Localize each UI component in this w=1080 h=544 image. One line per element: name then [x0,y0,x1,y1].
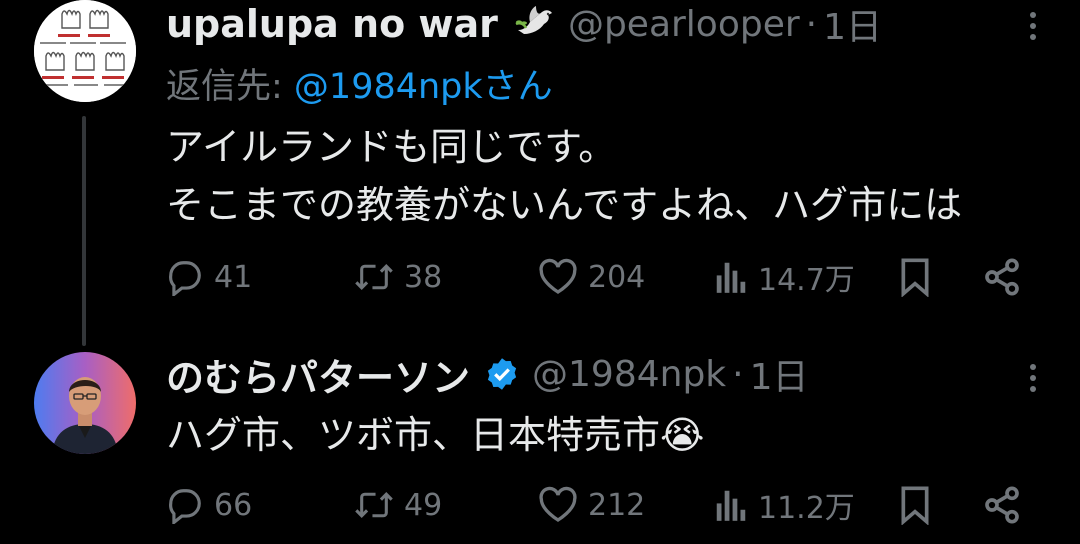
author-name[interactable]: のむらパターソン [166,347,470,402]
timestamp[interactable]: 1日 [823,0,882,50]
bookmark-button[interactable] [898,252,932,302]
bookmark-icon [901,486,929,525]
reply-count: 41 [214,259,253,295]
tweet-text: ハグ市、ツボ市、日本特売市😭 [166,406,704,464]
tweet[interactable]: のむらパターソン @1984npk · 1日 ハグ市、ツボ市、日本特売市😭 66… [0,330,1080,544]
share-button[interactable] [982,480,1022,530]
action-bar: 41 38 204 14.7万 [166,252,1036,302]
action-bar: 66 49 212 11.2万 [166,480,1036,530]
reply-button[interactable]: 41 [166,252,252,302]
views-icon [716,490,746,521]
reply-to-label: 返信先: [166,67,294,107]
bookmark-button[interactable] [898,480,932,530]
retweet-count: 49 [404,487,443,523]
views-button[interactable]: 11.2万 [714,480,855,530]
thread-connector [82,116,86,346]
more-icon[interactable] [1026,358,1040,398]
reply-to-line: 返信先: @1984npkさん [166,58,553,109]
separator-dot: · [805,3,818,45]
author-handle[interactable]: @pearlooper [568,4,800,45]
avatar[interactable] [34,352,136,454]
reply-icon [169,261,201,296]
timestamp[interactable]: 1日 [750,348,809,400]
reply-count: 66 [214,487,253,523]
separator-dot: · [732,353,744,395]
tweet-text-line: アイルランドも同じです。 [166,125,617,169]
like-button[interactable]: 212 [538,480,645,530]
views-button[interactable]: 14.7万 [714,252,855,302]
tweet-text: アイルランドも同じです。 そこまでの教養がないんですよね、ハグ市には [166,118,962,234]
tweet-text-line: ハグ市、ツボ市、日本特売市😭 [166,413,705,457]
views-icon [716,262,746,293]
like-button[interactable]: 204 [538,252,645,302]
share-button[interactable] [982,252,1022,302]
author-handle[interactable]: @1984npk [532,354,726,395]
tweet-header: upalupa no war @pearlooper · 1日 [166,2,882,48]
reply-icon [169,489,201,524]
reply-button[interactable]: 66 [166,480,252,530]
like-count: 204 [588,259,646,295]
retweet-button[interactable]: 49 [354,480,442,530]
dove-icon [512,4,556,44]
view-count: 11.2万 [758,491,855,526]
like-icon [539,258,577,294]
like-icon [539,486,577,522]
like-count: 212 [588,487,646,523]
view-count: 14.7万 [758,263,855,298]
bookmark-icon [901,258,929,297]
share-icon [985,486,1019,524]
verified-badge-icon [484,356,520,392]
retweet-count: 38 [404,259,443,295]
retweet-icon [355,492,393,518]
retweet-icon [355,264,393,290]
retweet-button[interactable]: 38 [354,252,442,302]
tweet-header: のむらパターソン @1984npk · 1日 [166,352,809,400]
tweet-text-line: そこまでの教養がないんですよね、ハグ市には [166,183,963,227]
avatar[interactable] [34,0,136,102]
tweet[interactable]: upalupa no war @pearlooper · 1日 返信先: @19… [0,0,1080,330]
more-icon[interactable] [1026,6,1040,46]
share-icon [985,258,1019,296]
author-name[interactable]: upalupa no war [166,2,498,46]
reply-to-mention[interactable]: @1984npkさん [294,67,553,107]
